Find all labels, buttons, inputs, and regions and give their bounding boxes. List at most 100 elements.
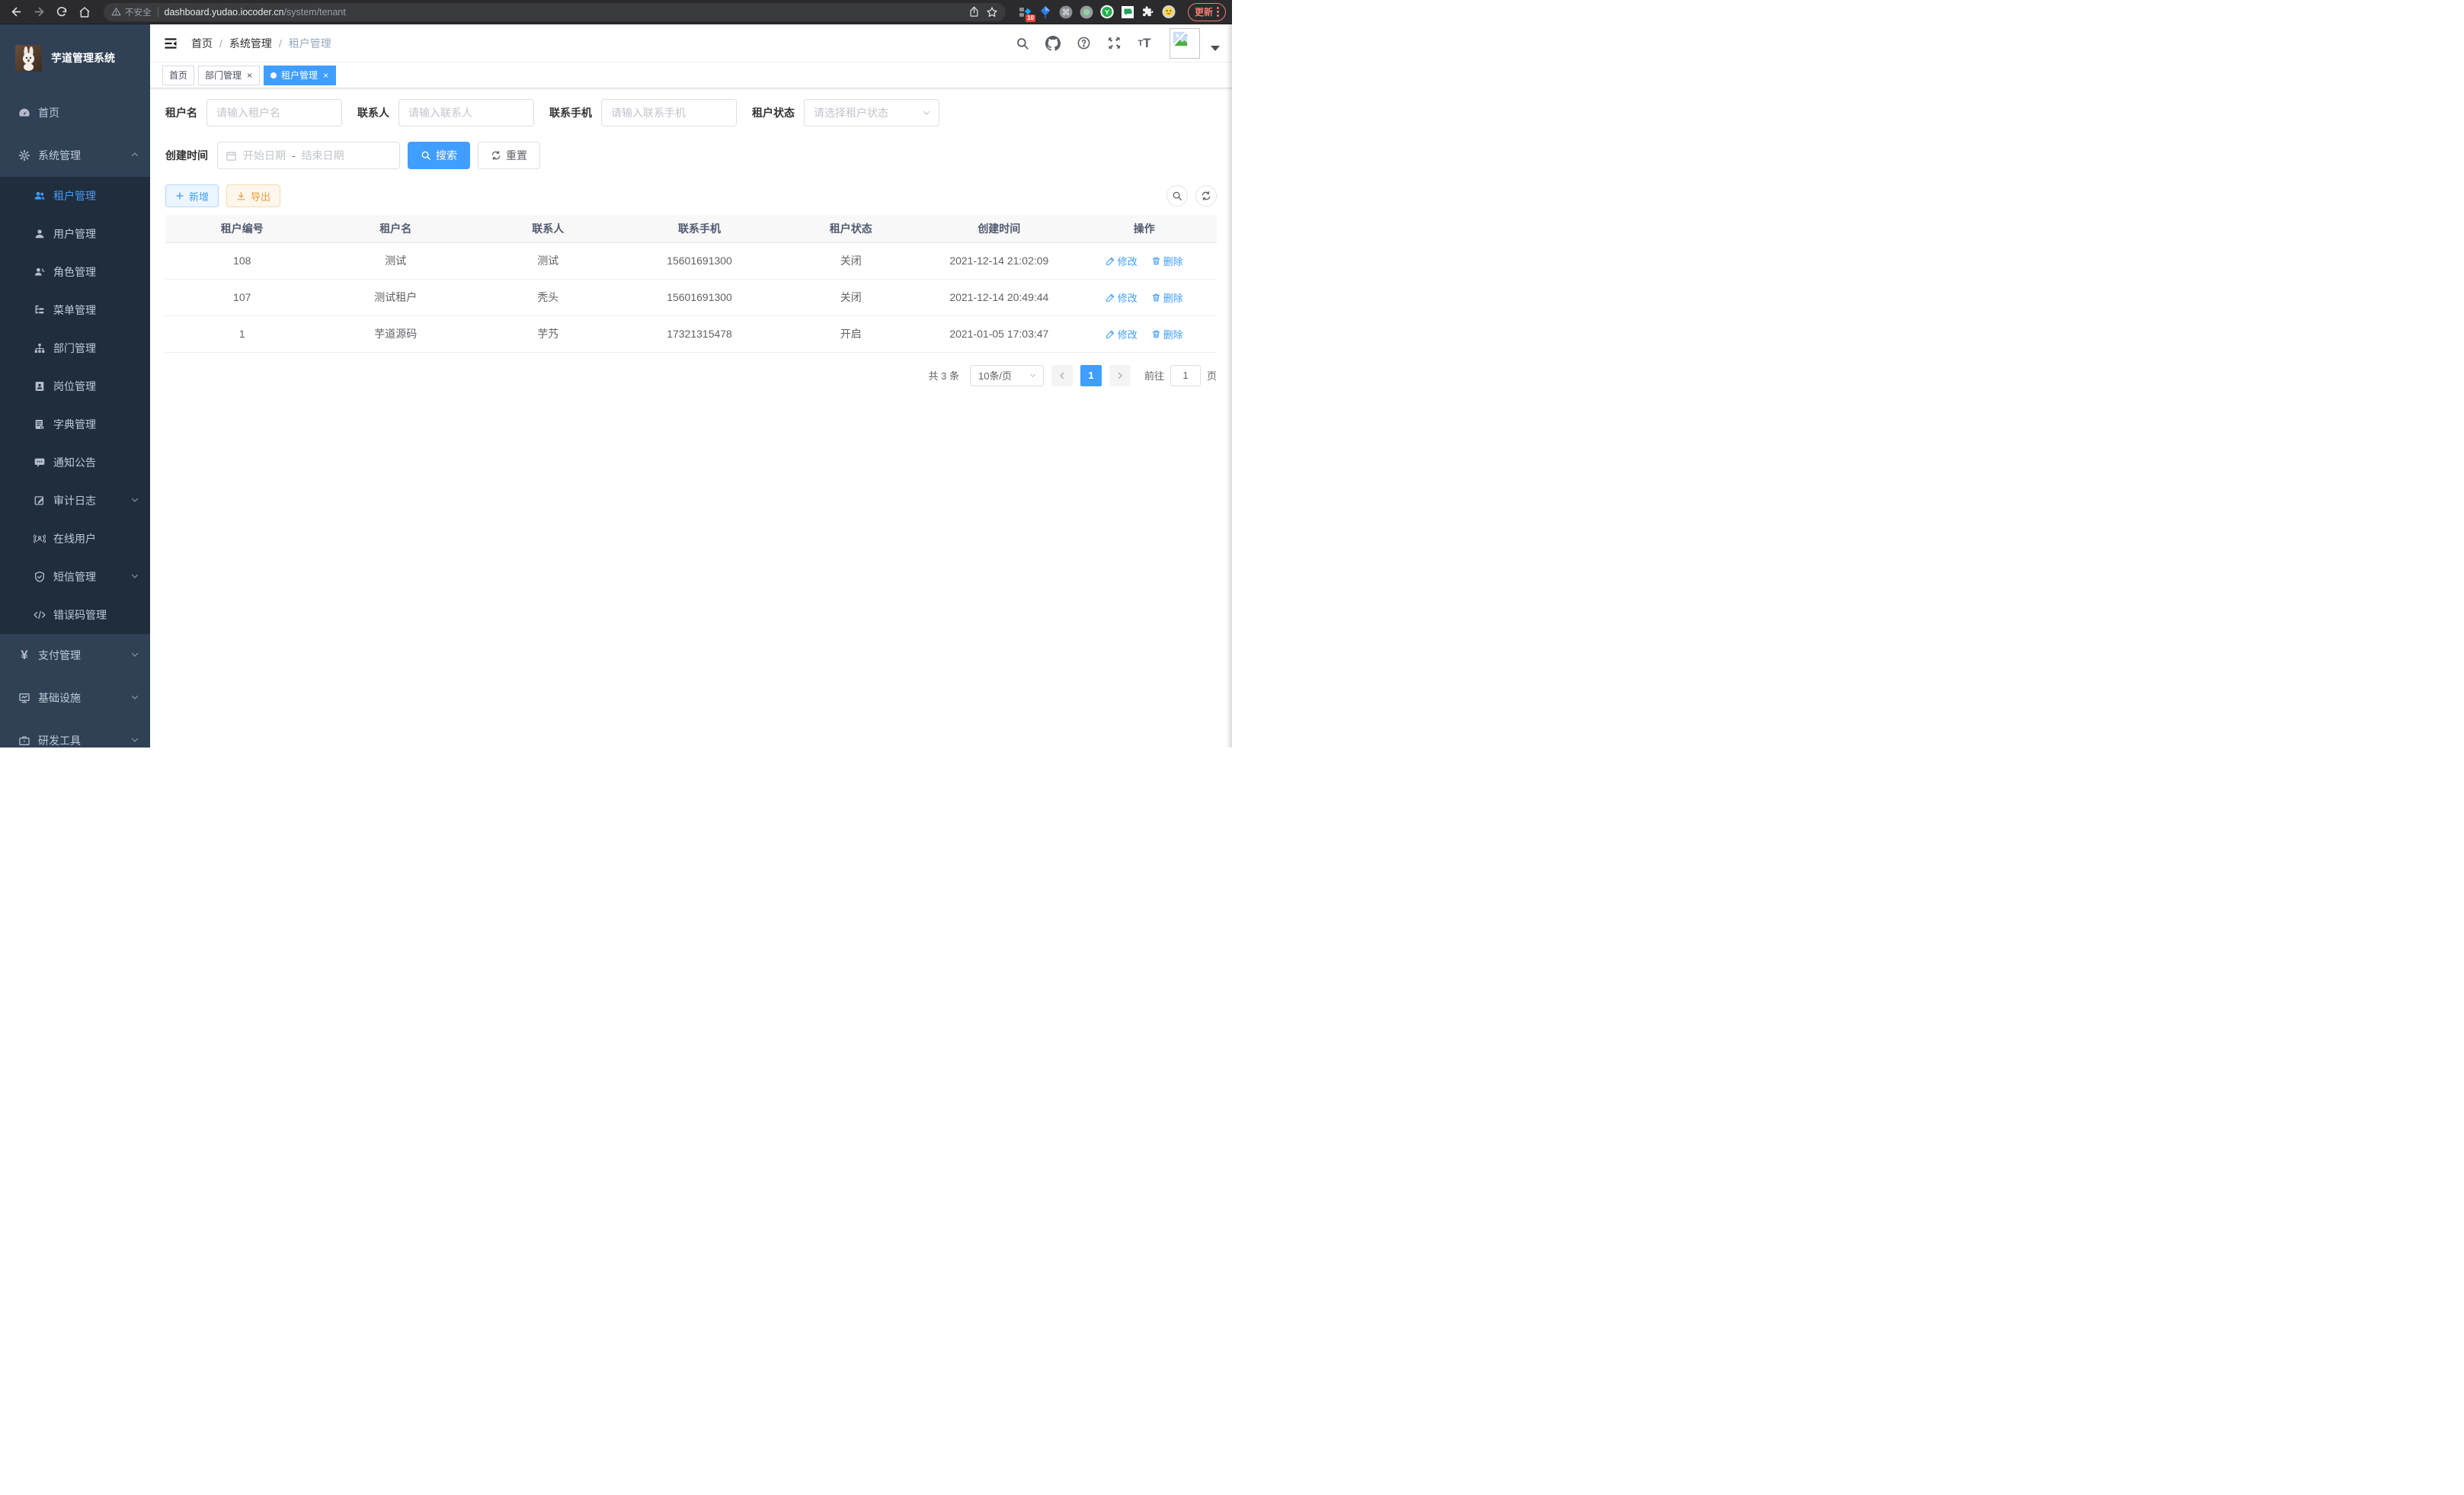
page-number-1[interactable]: 1 bbox=[1080, 365, 1102, 386]
sidebar-item-label: 菜单管理 bbox=[53, 303, 139, 318]
trash-icon bbox=[1151, 293, 1161, 303]
sidebar-item-label: 研发工具 bbox=[38, 733, 130, 748]
extension-avatar-emoji[interactable] bbox=[1162, 5, 1176, 19]
tab-dept[interactable]: 部门管理 × bbox=[198, 66, 260, 85]
fullscreen-button[interactable] bbox=[1106, 35, 1122, 52]
sidebar-item-home[interactable]: 首页 bbox=[0, 91, 150, 134]
chevron-up-icon bbox=[130, 149, 139, 162]
app-title: 芋道管理系统 bbox=[51, 50, 115, 66]
extension-kite[interactable] bbox=[1038, 5, 1052, 19]
export-button-label: 导出 bbox=[251, 189, 270, 203]
sidebar-item-error-code[interactable]: 错误码管理 bbox=[0, 596, 150, 634]
extension-command[interactable]: ⌘ bbox=[1059, 5, 1073, 19]
github-link-button[interactable] bbox=[1045, 35, 1061, 52]
browser-back-button[interactable] bbox=[6, 2, 26, 22]
edit-link[interactable]: 修改 bbox=[1106, 327, 1138, 341]
tab-home[interactable]: 首页 bbox=[162, 66, 194, 85]
toggle-search-button[interactable] bbox=[1166, 185, 1188, 206]
sidebar-item-menu[interactable]: 菜单管理 bbox=[0, 291, 150, 329]
search-button[interactable]: 搜索 bbox=[408, 142, 470, 169]
share-button[interactable] bbox=[968, 6, 980, 18]
search-icon bbox=[1172, 190, 1182, 201]
tenant-name-input[interactable] bbox=[206, 99, 342, 126]
chevron-down-icon bbox=[130, 735, 139, 747]
tab-tenant[interactable]: 租户管理 × bbox=[264, 66, 336, 85]
mobile-input[interactable] bbox=[601, 99, 737, 126]
sidebar-item-pay[interactable]: ¥ 支付管理 bbox=[0, 634, 150, 677]
date-separator: - bbox=[292, 149, 296, 162]
site-security-indicator[interactable]: 不安全 bbox=[111, 6, 152, 18]
sidebar-item-dept[interactable]: 部门管理 bbox=[0, 329, 150, 367]
cell-mobile: 17321315478 bbox=[624, 315, 776, 352]
edit-link[interactable]: 修改 bbox=[1106, 254, 1138, 268]
sidebar: 芋道管理系统 首页 系统管理 bbox=[0, 24, 150, 748]
status-select-placeholder: 请选择租户状态 bbox=[814, 105, 888, 120]
edit-link[interactable]: 修改 bbox=[1106, 290, 1138, 305]
browser-extensions-area: 10 ⌘ Y bbox=[1015, 5, 1179, 19]
header-search-button[interactable] bbox=[1014, 35, 1031, 52]
sidebar-item-notice[interactable]: 通知公告 bbox=[0, 443, 150, 482]
sidebar-item-sms[interactable]: 短信管理 bbox=[0, 558, 150, 596]
tab-close-icon[interactable]: × bbox=[246, 71, 253, 80]
yudao-extension-icon: Y bbox=[1100, 5, 1114, 19]
sidebar-item-post[interactable]: 岗位管理 bbox=[0, 367, 150, 405]
sidebar-item-user[interactable]: 用户管理 bbox=[0, 215, 150, 253]
extension-chat[interactable] bbox=[1121, 5, 1134, 19]
search-icon bbox=[1016, 37, 1029, 50]
tenant-name-field bbox=[206, 99, 342, 126]
add-button[interactable]: 新增 bbox=[165, 184, 219, 207]
extension-puzzle[interactable] bbox=[1141, 5, 1155, 19]
prev-page-button[interactable] bbox=[1051, 365, 1073, 386]
code-icon bbox=[34, 609, 46, 621]
tags-view-bar: 首页 部门管理 × 租户管理 × bbox=[150, 62, 1232, 88]
sidebar-item-role[interactable]: 角色管理 bbox=[0, 253, 150, 291]
user-avatar-area[interactable] bbox=[1170, 28, 1220, 59]
sidebar-item-label: 错误码管理 bbox=[53, 607, 139, 623]
goto-page-input[interactable] bbox=[1170, 365, 1201, 386]
sidebar-item-dict[interactable]: 字典管理 bbox=[0, 405, 150, 443]
sidebar-item-infra[interactable]: 基础设施 bbox=[0, 677, 150, 719]
date-range-picker[interactable]: 开始日期 - 结束日期 bbox=[217, 142, 400, 169]
browser-update-button[interactable]: 更新 bbox=[1188, 3, 1226, 21]
puzzle-piece-icon bbox=[1141, 5, 1154, 18]
status-select[interactable]: 请选择租户状态 bbox=[804, 99, 939, 126]
help-button[interactable] bbox=[1075, 35, 1092, 52]
bookmark-star-button[interactable] bbox=[986, 6, 998, 18]
sidebar-item-audit-log[interactable]: 审计日志 bbox=[0, 482, 150, 520]
delete-link[interactable]: 删除 bbox=[1151, 327, 1183, 341]
page-size-select[interactable]: 10条/页 bbox=[970, 365, 1044, 386]
delete-link[interactable]: 删除 bbox=[1151, 254, 1183, 268]
extension-green-dot[interactable] bbox=[1080, 5, 1093, 19]
breadcrumb-system[interactable]: 系统管理 bbox=[229, 36, 272, 51]
security-label: 不安全 bbox=[125, 6, 152, 18]
browser-forward-button[interactable] bbox=[29, 2, 49, 22]
breadcrumb-current: 租户管理 bbox=[289, 36, 331, 51]
sidebar-collapse-button[interactable] bbox=[162, 35, 179, 52]
export-button[interactable]: 导出 bbox=[226, 184, 280, 207]
chevron-down-icon bbox=[130, 571, 139, 583]
contact-input[interactable] bbox=[398, 99, 534, 126]
sidebar-item-online-user[interactable]: 在线用户 bbox=[0, 520, 150, 558]
address-bar[interactable]: 不安全 dashboard.yudao.iocoder.cn/system/te… bbox=[104, 3, 1006, 21]
tab-close-icon[interactable]: × bbox=[322, 71, 329, 80]
breadcrumb-home[interactable]: 首页 bbox=[191, 36, 213, 51]
refresh-table-button[interactable] bbox=[1195, 185, 1217, 206]
sidebar-item-system[interactable]: 系统管理 bbox=[0, 134, 150, 177]
chat-extension-icon bbox=[1122, 6, 1134, 18]
sidebar-item-dev-tools[interactable]: 研发工具 bbox=[0, 719, 150, 748]
delete-link[interactable]: 删除 bbox=[1151, 290, 1183, 305]
reset-button[interactable]: 重置 bbox=[478, 142, 540, 169]
browser-home-button[interactable] bbox=[75, 2, 94, 22]
font-size-button[interactable]: TT bbox=[1136, 35, 1153, 52]
sidebar-item-label: 岗位管理 bbox=[53, 379, 139, 394]
extension-tabs-badge[interactable]: 10 bbox=[1018, 5, 1032, 19]
sidebar-item-tenant[interactable]: 租户管理 bbox=[0, 177, 150, 215]
next-page-button[interactable] bbox=[1109, 365, 1131, 386]
browser-reload-button[interactable] bbox=[52, 2, 72, 22]
hamburger-fold-icon bbox=[163, 36, 178, 51]
table-toolbar: 新增 导出 bbox=[165, 184, 1217, 207]
toolbar-right-icons bbox=[1166, 185, 1217, 206]
extension-yudao[interactable]: Y bbox=[1100, 5, 1114, 19]
page-unit-label: 页 bbox=[1207, 368, 1217, 383]
app-logo-row[interactable]: 芋道管理系统 bbox=[0, 24, 150, 91]
